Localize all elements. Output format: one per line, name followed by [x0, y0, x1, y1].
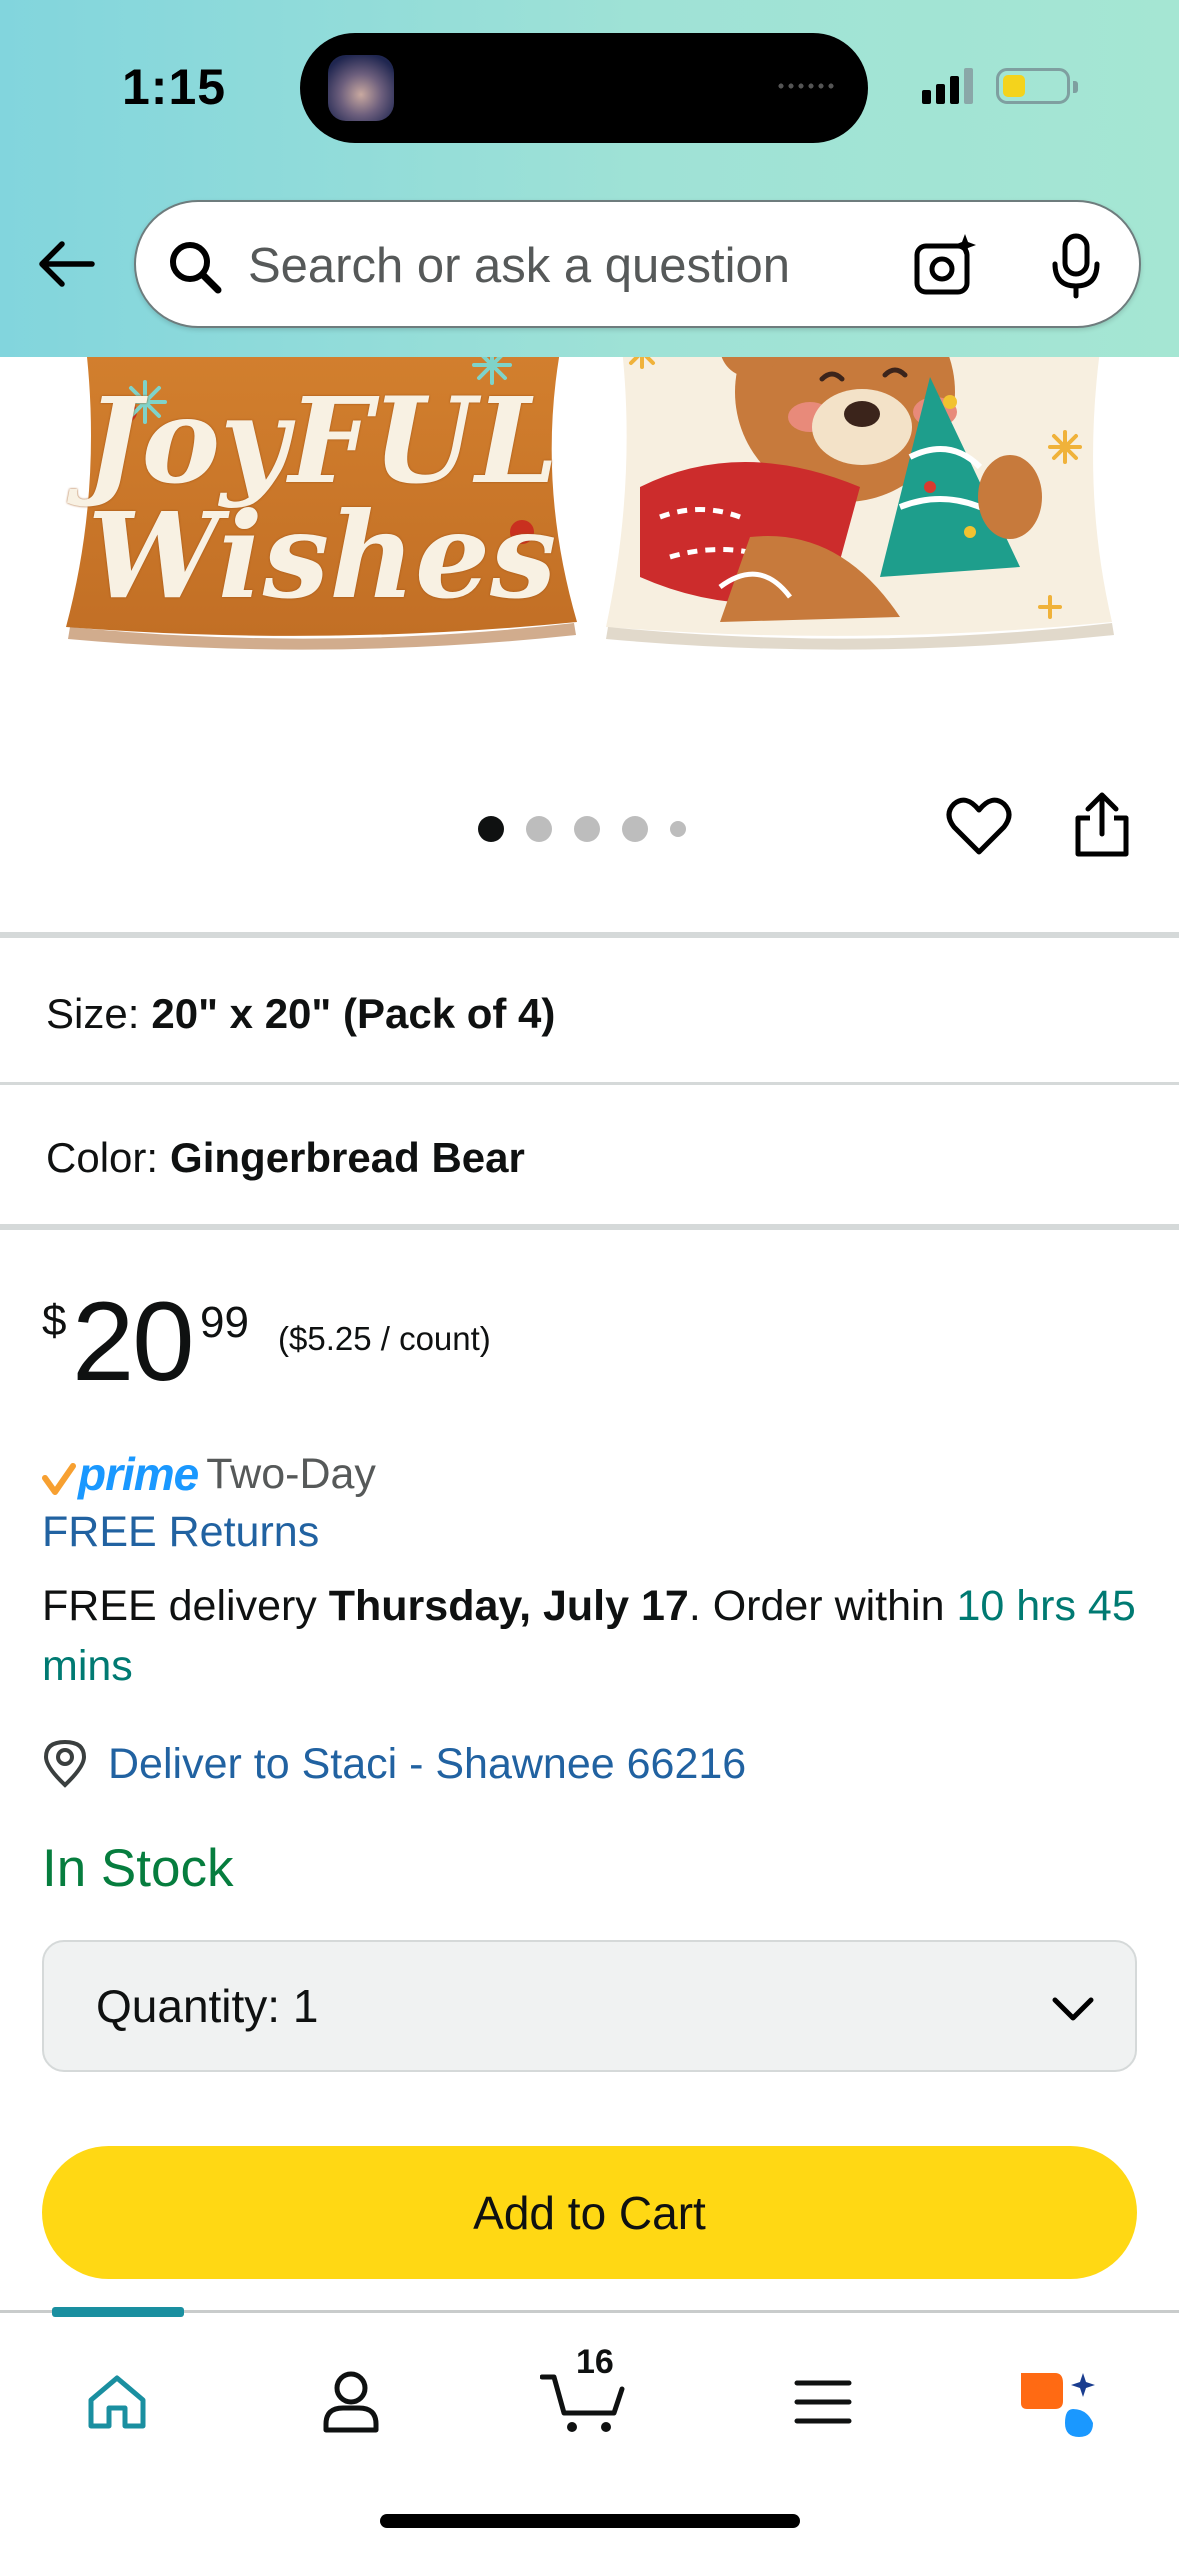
nav-rufus-assistant[interactable]	[1012, 2357, 1102, 2447]
signal-icon	[922, 66, 973, 104]
product-image-gingerbread-bear	[600, 357, 1120, 652]
section-divider	[0, 1224, 1179, 1230]
camera-icon[interactable]	[912, 232, 980, 300]
ai-assistant-icon	[1021, 2373, 1095, 2437]
home-icon	[88, 2375, 146, 2429]
nav-home[interactable]	[72, 2357, 162, 2447]
pagination-dot-active[interactable]	[478, 816, 504, 842]
island-dots	[776, 83, 838, 89]
pillow-text-line1: JoyFUL	[85, 371, 559, 510]
size-selector[interactable]: Size: 20" x 20" (Pack of 4)	[46, 990, 555, 1038]
product-image-gallery[interactable]: JoyFUL Wishes	[0, 357, 1179, 687]
heart-icon[interactable]	[946, 796, 1012, 858]
app-header: 1:15	[0, 0, 1179, 357]
search-input[interactable]	[248, 230, 948, 302]
microphone-icon[interactable]	[1048, 232, 1104, 300]
color-label: Color:	[46, 1134, 159, 1181]
price-fraction: 99	[200, 1298, 249, 1347]
search-icon	[170, 242, 222, 294]
color-selector[interactable]: Color: Gingerbread Bear	[46, 1134, 525, 1182]
cart-count-badge: 16	[576, 2343, 614, 2381]
free-returns-link[interactable]: FREE Returns	[42, 1508, 319, 1557]
person-icon	[323, 2371, 379, 2433]
pillow-text-line2: Wishes	[87, 486, 557, 625]
add-to-cart-button[interactable]: Add to Cart	[42, 2146, 1137, 2279]
size-label: Size:	[46, 990, 140, 1037]
quantity-dropdown[interactable]: Quantity: 1	[42, 1940, 1137, 2072]
battery-icon	[996, 68, 1078, 104]
gallery-pagination-dots[interactable]	[478, 816, 686, 842]
delivery-date: Thursday, July 17	[328, 1582, 689, 1630]
search-bar[interactable]	[134, 200, 1141, 328]
active-tab-indicator	[52, 2307, 184, 2317]
prime-speed: Two-Day	[206, 1449, 376, 1498]
share-icon[interactable]	[1072, 792, 1132, 858]
stock-status: In Stock	[42, 1839, 234, 1898]
pagination-dot[interactable]	[670, 821, 686, 837]
section-divider	[0, 1082, 1179, 1085]
color-value: Gingerbread Bear	[170, 1134, 525, 1181]
nav-account[interactable]	[306, 2357, 396, 2447]
prime-check-icon	[42, 1463, 76, 1495]
menu-icon	[794, 2380, 852, 2424]
product-image-joyful-wishes: JoyFUL Wishes	[62, 357, 582, 652]
unit-price: ($5.25 / count)	[278, 1320, 491, 1357]
pagination-dot[interactable]	[622, 816, 648, 842]
nav-menu[interactable]	[778, 2357, 868, 2447]
prime-label: prime	[78, 1448, 199, 1500]
price-whole: 20	[72, 1279, 195, 1404]
arrow-left-icon[interactable]	[34, 232, 98, 296]
quantity-label: Quantity:	[96, 1980, 281, 2032]
deliver-to-text: Deliver to Staci - Shawnee 66216	[108, 1739, 747, 1788]
status-time: 1:15	[122, 59, 227, 115]
location-pin-icon	[43, 1739, 87, 1788]
delivery-prefix: FREE delivery	[42, 1582, 329, 1630]
size-value: 20" x 20" (Pack of 4)	[151, 990, 556, 1037]
order-within-prefix: . Order within	[688, 1582, 957, 1630]
pagination-dot[interactable]	[526, 816, 552, 842]
delivery-estimate: FREE delivery Thursday, July 17. Order w…	[42, 1576, 1142, 1696]
deliver-to-link[interactable]: Deliver to Staci - Shawnee 66216	[42, 1734, 746, 1794]
quantity-value: 1	[292, 1980, 319, 2032]
pagination-dot[interactable]	[574, 816, 600, 842]
dynamic-island	[300, 33, 868, 143]
now-playing-thumbnail	[328, 55, 394, 121]
chevron-down-icon	[1052, 1997, 1094, 2021]
price-currency-symbol: $	[42, 1296, 67, 1345]
home-indicator	[380, 2514, 800, 2528]
prime-badge: prime Two-Day	[42, 1444, 376, 1504]
section-divider	[0, 932, 1179, 938]
